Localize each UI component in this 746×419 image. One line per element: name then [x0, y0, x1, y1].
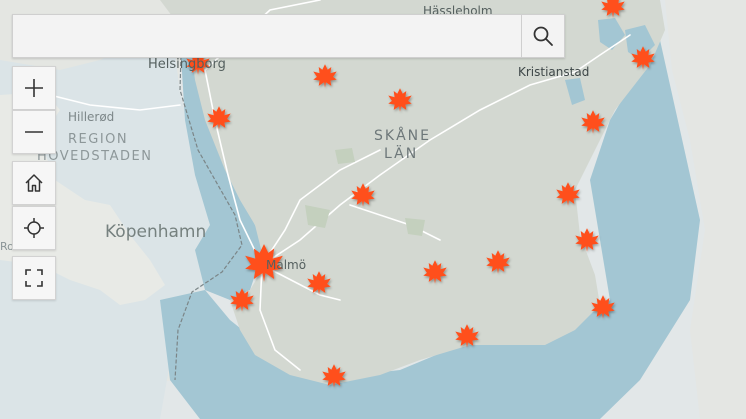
search-bar	[12, 14, 565, 58]
plus-icon	[25, 79, 43, 97]
locate-button[interactable]	[12, 206, 56, 250]
crosshair-icon	[24, 218, 44, 238]
search-icon	[533, 26, 553, 46]
map-canvas[interactable]	[0, 0, 746, 419]
minus-icon	[25, 131, 43, 133]
home-icon	[25, 174, 43, 192]
zoom-in-button[interactable]	[12, 66, 56, 110]
park	[335, 148, 355, 164]
search-input[interactable]	[13, 15, 521, 57]
zoom-out-button[interactable]	[12, 110, 56, 154]
search-button[interactable]	[521, 15, 564, 57]
park	[405, 218, 425, 236]
fullscreen-icon	[25, 269, 43, 287]
home-button[interactable]	[12, 161, 56, 205]
fullscreen-button[interactable]	[12, 256, 56, 300]
